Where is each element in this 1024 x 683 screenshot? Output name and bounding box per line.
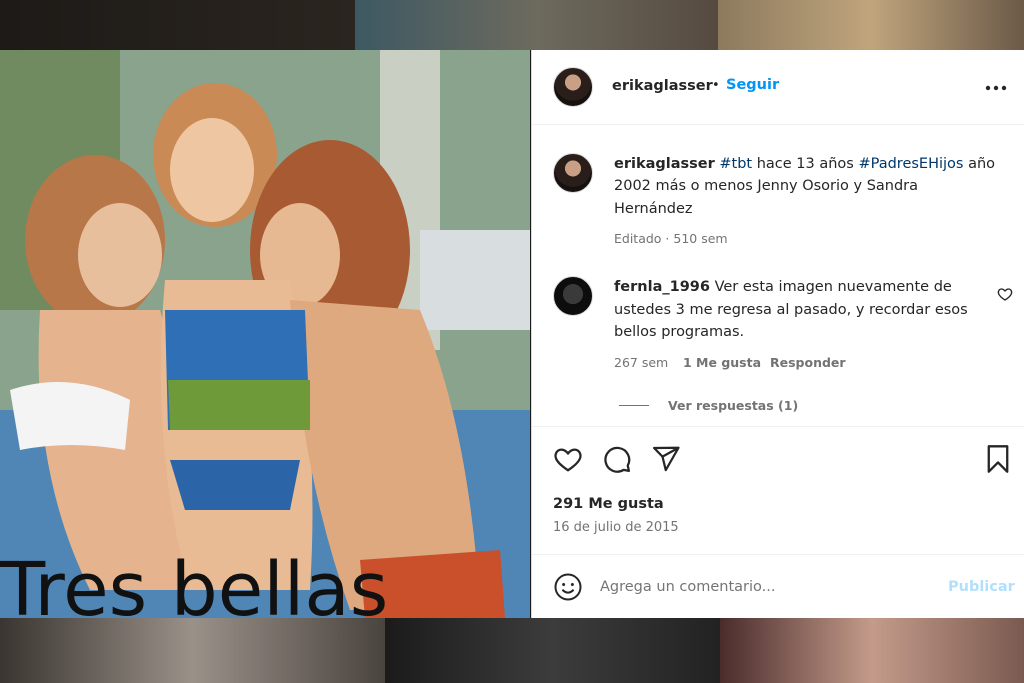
background-grid-top	[0, 0, 1024, 50]
comment-line-1: fernla_1996 Ver esta imagen nuevamente d…	[614, 279, 952, 295]
comment-time: 267 sem	[614, 355, 669, 370]
actions-divider	[532, 426, 1024, 427]
post-side-panel: erikaglasser • Seguir erikaglasser #tbt …	[531, 50, 1024, 618]
comment-like-heart-icon[interactable]	[997, 286, 1013, 302]
comment-line-3: bellos programas.	[614, 324, 745, 340]
comment-likes[interactable]: 1 Me gusta	[683, 355, 761, 370]
caption-meta: Editado · 510 sem	[614, 231, 728, 246]
comment-input[interactable]	[600, 574, 930, 600]
caption-line-2: 2002 más o menos Jenny Osorio y Sandra	[614, 178, 919, 194]
header-divider	[532, 124, 1024, 125]
more-options-icon[interactable]	[984, 78, 1008, 98]
likes-count[interactable]: 291 Me gusta	[553, 496, 664, 512]
post-date: 16 de julio de 2015	[553, 520, 679, 535]
commenter-avatar[interactable]	[553, 276, 593, 316]
caption-username[interactable]: erikaglasser	[614, 156, 715, 172]
background-tile	[0, 0, 355, 50]
post-photo: Tres bellas	[0, 50, 530, 618]
hashtag-tbt[interactable]: #tbt	[719, 156, 752, 172]
publish-button[interactable]: Publicar	[948, 579, 1015, 595]
caption-avatar[interactable]	[553, 153, 593, 193]
emoji-icon[interactable]	[553, 572, 583, 602]
background-tile	[718, 0, 1024, 50]
share-icon[interactable]	[651, 444, 681, 474]
author-avatar[interactable]	[553, 67, 593, 107]
comment-line-2: ustedes 3 me regresa al pasado, y record…	[614, 302, 968, 318]
comment-box-divider	[532, 554, 1024, 555]
background-tile	[0, 618, 385, 683]
photo-overlay-text: Tres bellas	[0, 547, 388, 618]
author-username[interactable]: erikaglasser	[612, 78, 713, 94]
caption-line-3: Hernández	[614, 201, 693, 217]
comment-text: Ver esta imagen nuevamente de	[714, 279, 952, 295]
bookmark-icon[interactable]	[984, 444, 1012, 474]
heart-icon[interactable]	[553, 444, 583, 474]
background-tile	[355, 0, 718, 50]
view-replies-line	[619, 405, 649, 406]
follow-button[interactable]: Seguir	[726, 77, 779, 93]
view-replies-button[interactable]: Ver respuestas (1)	[668, 398, 798, 413]
reply-button[interactable]: Responder	[770, 355, 846, 370]
background-tile	[385, 618, 720, 683]
photo-illustration: Tres bellas	[0, 50, 530, 618]
background-grid-bottom	[0, 618, 1024, 683]
comment-icon[interactable]	[602, 444, 632, 474]
caption-text: año	[968, 156, 996, 172]
hashtag-padresehijos[interactable]: #PadresEHijos	[858, 156, 963, 172]
follow-separator: •	[712, 78, 720, 93]
caption-text: hace 13 años	[756, 156, 854, 172]
comment-username[interactable]: fernla_1996	[614, 279, 710, 295]
background-tile	[720, 618, 1024, 683]
caption-line-1: erikaglasser #tbt hace 13 años #PadresEH…	[614, 156, 995, 172]
